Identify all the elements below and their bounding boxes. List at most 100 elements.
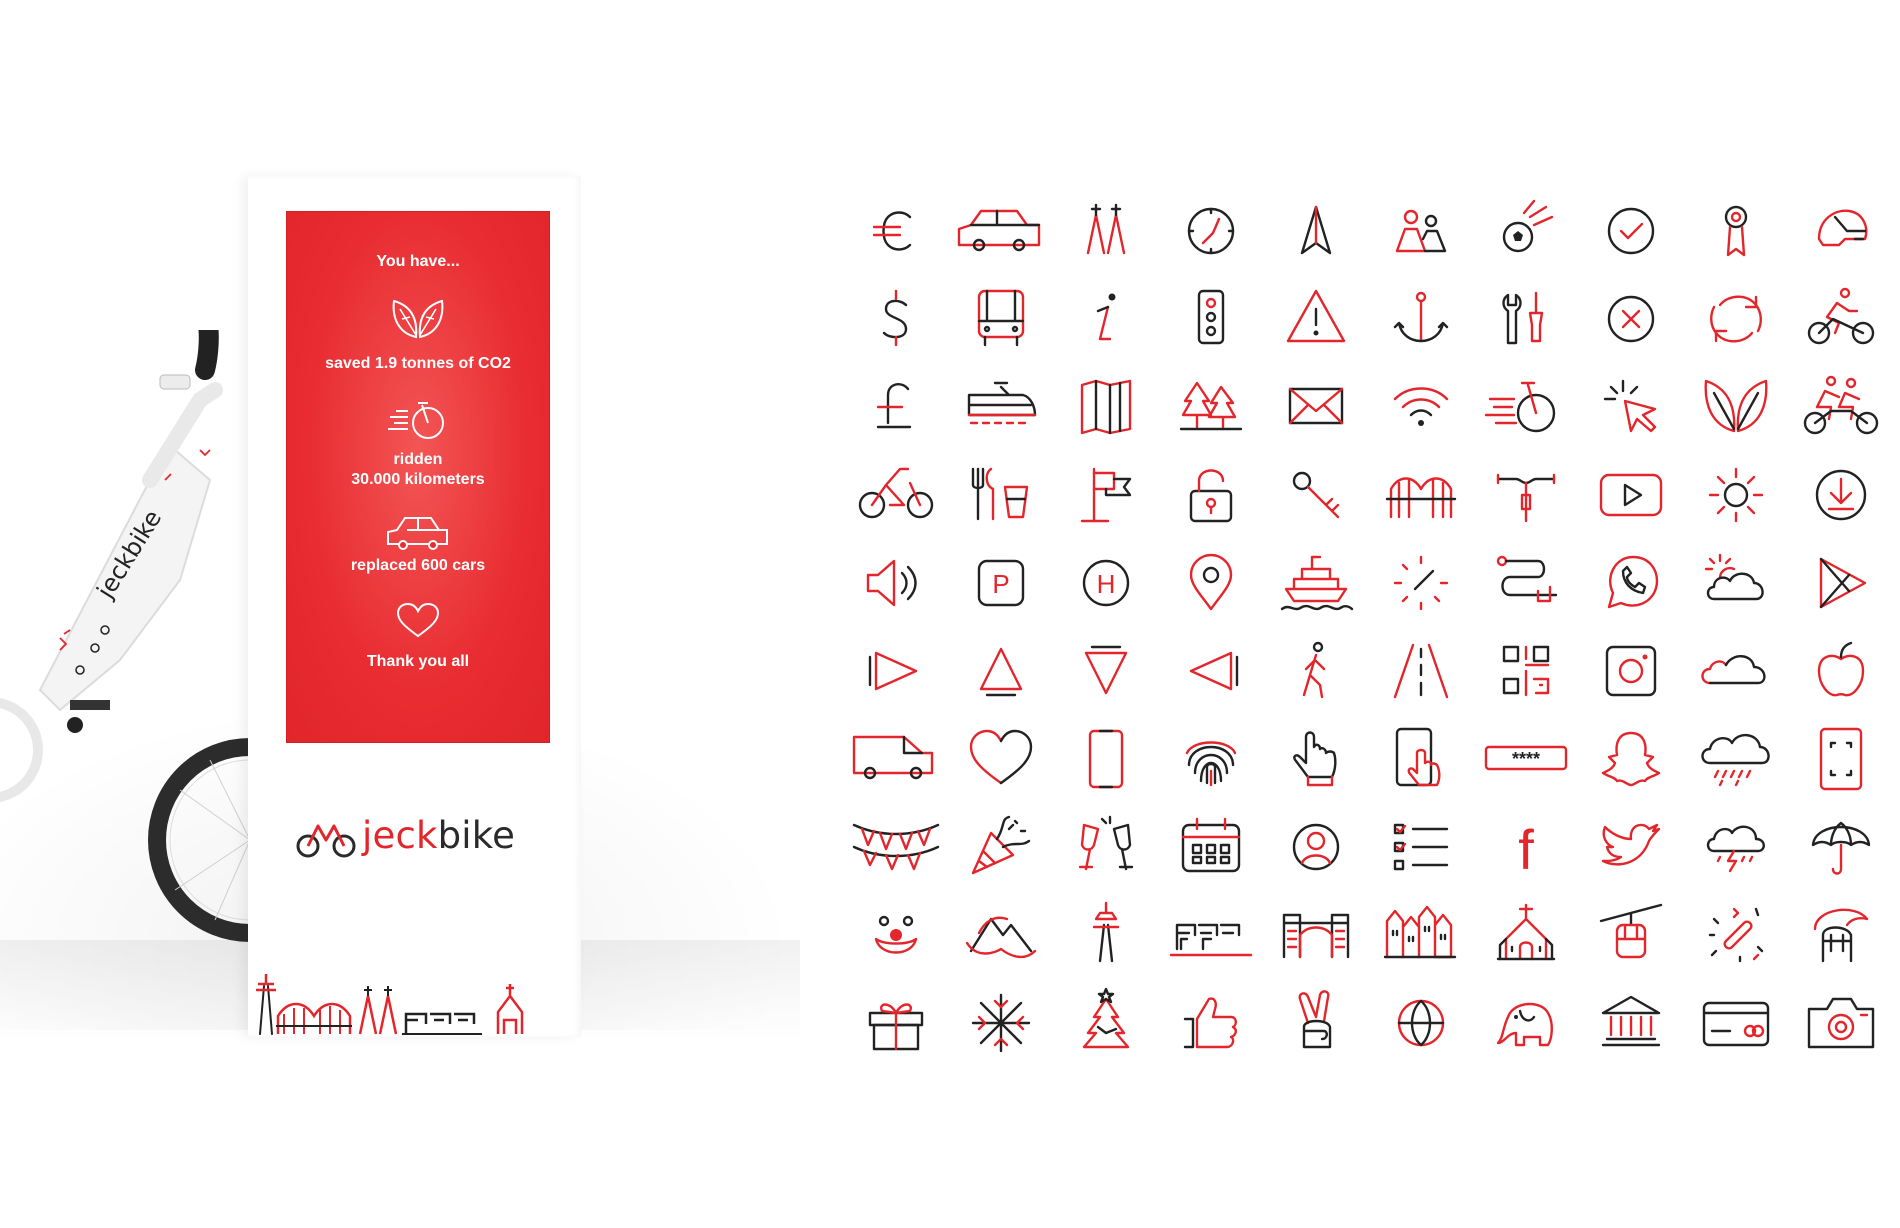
storm-cloud-icon (1700, 811, 1772, 883)
flag-post-icon (1070, 459, 1142, 531)
hand-pointer-icon (1280, 723, 1352, 795)
screen-heading: You have... (376, 253, 460, 270)
icon-grid: P H **** f (852, 195, 1900, 1215)
heart-icon (965, 723, 1037, 795)
facebook-icon: f (1490, 811, 1562, 883)
helipad-glyph: H (1097, 569, 1116, 599)
check-circle-icon (1595, 195, 1667, 267)
train-icon (965, 371, 1037, 443)
gift-icon (860, 987, 932, 1059)
phone-scan-icon (1805, 723, 1877, 795)
snowflake-icon (965, 987, 1037, 1059)
refresh-icon (1700, 283, 1772, 355)
brand-logo: jeckbike (296, 814, 556, 862)
restaurant-icon (965, 459, 1037, 531)
speeding-bike-icon (388, 402, 444, 439)
bicycle-photo: jeckbike (0, 330, 260, 942)
heart-icon (396, 602, 440, 638)
sun-icon (1700, 459, 1772, 531)
kiosk-scene: jeckbike You have... saved 1.9 tonnes of… (0, 0, 800, 1228)
mountains-icon (965, 899, 1037, 971)
route-icon (1490, 547, 1562, 619)
church-icon (1490, 899, 1562, 971)
cable-car-icon (1595, 899, 1667, 971)
speaker-icon (860, 547, 932, 619)
people-icon (1385, 195, 1457, 267)
triangle-left-icon (1175, 635, 1247, 707)
camera-icon (1805, 987, 1877, 1059)
confetti-icon (1700, 899, 1772, 971)
password-field-icon: **** (1484, 723, 1568, 795)
handlebar-icon (1490, 459, 1562, 531)
van-icon (852, 723, 934, 795)
clown-face-icon (860, 899, 932, 971)
city-gate-icon (1280, 899, 1352, 971)
key-icon (1280, 459, 1352, 531)
dollar-icon (860, 283, 932, 355)
warning-icon (1280, 283, 1352, 355)
play-button-icon (1595, 459, 1667, 531)
wifi-icon (1385, 371, 1457, 443)
rain-cloud-icon (1700, 723, 1772, 795)
facebook-glyph: f (1518, 818, 1534, 881)
forest-icon (1175, 371, 1247, 443)
close-circle-icon (1595, 283, 1667, 355)
bike-helmet-icon (1805, 195, 1877, 267)
bridge-icon (1385, 459, 1457, 531)
bicycle-icon (858, 459, 934, 531)
checklist-icon (1385, 811, 1457, 883)
download-icon (1805, 459, 1877, 531)
award-medal-icon (1700, 195, 1772, 267)
brand-wordmark: jeckbike (362, 814, 515, 858)
calendar-icon (1175, 811, 1247, 883)
museum-icon (1595, 987, 1667, 1059)
twitter-icon (1595, 811, 1667, 883)
peace-hand-icon (1280, 987, 1352, 1059)
champagne-toast-icon (1070, 811, 1142, 883)
leaves-icon (1700, 371, 1772, 443)
password-mask: **** (1512, 749, 1540, 769)
speeding-bike-icon (1484, 371, 1562, 443)
pedestrian-icon (1280, 635, 1352, 707)
elephant-icon (1490, 987, 1562, 1059)
tv-tower-icon (1070, 899, 1142, 971)
parking-glyph: P (992, 569, 1009, 599)
compass-icon (1175, 195, 1247, 267)
brand-wordmark-dark: bike (437, 814, 516, 857)
apple-icon (1805, 635, 1877, 707)
stat-ridden: ridden (393, 451, 443, 468)
stat-thanks: Thank you all (366, 653, 470, 670)
qr-code-icon (1490, 635, 1562, 707)
christmas-tree-icon (1070, 987, 1142, 1059)
user-circle-icon (1280, 811, 1352, 883)
helipad-icon: H (1070, 547, 1142, 619)
globe-icon (1385, 987, 1457, 1059)
ship-icon (1280, 547, 1354, 619)
instagram-icon (1595, 635, 1667, 707)
cursor-click-icon (1595, 371, 1667, 443)
sun-cloud-icon (1700, 547, 1772, 619)
party-popper-icon (965, 811, 1037, 883)
pound-icon (860, 371, 932, 443)
tandem-cyclists-icon (1803, 371, 1879, 443)
harbour-cranes-icon (1169, 899, 1253, 971)
credit-card-icon (1700, 987, 1772, 1059)
parking-icon: P (965, 547, 1037, 619)
cyclist-icon (1805, 283, 1877, 355)
car-icon (387, 517, 448, 550)
play-triangle-right-icon (860, 635, 932, 707)
cathedral-spires-icon (1070, 195, 1142, 267)
euro-icon (860, 195, 932, 267)
location-pin-icon (1175, 547, 1247, 619)
brand-wordmark-red: jeck (362, 814, 438, 857)
triangle-up-icon (965, 635, 1037, 707)
info-icon (1070, 283, 1142, 355)
thumbs-up-icon (1175, 987, 1247, 1059)
unlocked-padlock-icon (1175, 459, 1247, 531)
navigation-arrow-icon (1280, 195, 1352, 267)
road-icon (1385, 635, 1457, 707)
helmet-crest-icon (1805, 899, 1877, 971)
old-town-houses-icon (1383, 899, 1457, 971)
kiosk-pillar: You have... saved 1.9 tonnes of CO2 ridd… (248, 176, 581, 1037)
umbrella-icon (1805, 811, 1877, 883)
